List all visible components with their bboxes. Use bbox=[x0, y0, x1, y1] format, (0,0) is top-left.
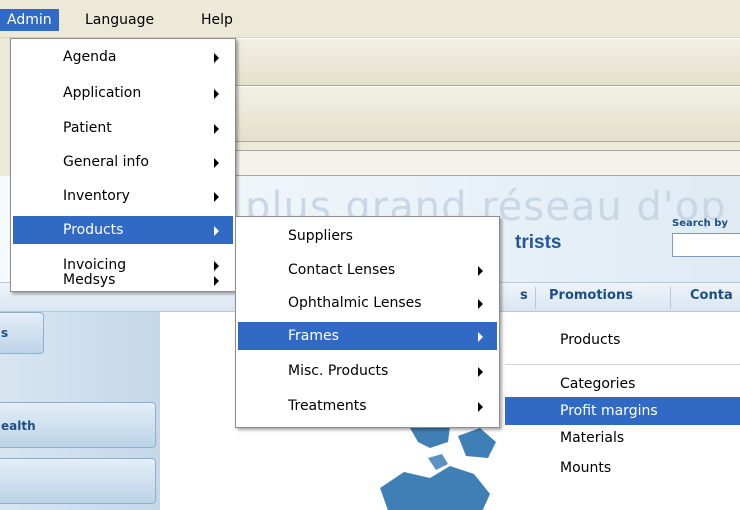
nav-tab-partial[interactable]: s bbox=[520, 288, 528, 303]
toolbar-strip bbox=[235, 38, 740, 86]
menu-item-label: Misc. Products bbox=[288, 363, 389, 379]
menu-item-application[interactable]: Application bbox=[13, 79, 233, 107]
search-label: Search by bbox=[672, 218, 728, 229]
nav-separator bbox=[535, 287, 536, 309]
menu-item-products[interactable]: Products bbox=[13, 216, 233, 244]
menu-item-label: Suppliers bbox=[288, 228, 353, 244]
search-input[interactable] bbox=[672, 233, 740, 257]
menu-item-label: General info bbox=[63, 154, 149, 170]
menu-item-label: Frames bbox=[288, 328, 339, 344]
address-bar bbox=[235, 150, 740, 176]
sidebar-button[interactable] bbox=[0, 458, 156, 504]
menu-item-label: Products bbox=[63, 222, 124, 238]
menu-item-treatments[interactable]: Treatments bbox=[238, 392, 497, 420]
sidebar-button[interactable]: s bbox=[0, 312, 44, 354]
products-submenu: Suppliers Contact Lenses Ophthalmic Lens… bbox=[235, 216, 500, 428]
menu-bar: Admin Language Help bbox=[0, 0, 740, 38]
list-item-products[interactable]: Products bbox=[505, 326, 740, 354]
menu-item-label: Ophthalmic Lenses bbox=[288, 295, 422, 311]
menu-item-label: Application bbox=[63, 85, 142, 101]
menu-item-label: Treatments bbox=[288, 398, 367, 414]
nav-separator bbox=[670, 287, 671, 309]
menu-item-label: Medsys bbox=[63, 272, 116, 288]
chevron-right-icon bbox=[478, 266, 483, 276]
menu-item-label: Patient bbox=[63, 120, 112, 136]
menu-item-general-info[interactable]: General info bbox=[13, 148, 233, 176]
menu-language[interactable]: Language bbox=[78, 9, 161, 31]
chevron-right-icon bbox=[214, 89, 219, 99]
menu-item-misc-products[interactable]: Misc. Products bbox=[238, 357, 497, 385]
menu-item-frames[interactable]: Frames bbox=[238, 322, 497, 350]
chevron-right-icon bbox=[214, 276, 219, 286]
menu-item-label: Contact Lenses bbox=[288, 262, 396, 278]
toolbar-strip bbox=[235, 86, 740, 142]
chevron-right-icon bbox=[214, 124, 219, 134]
menu-item-agenda[interactable]: Agenda bbox=[13, 43, 233, 71]
list-item-materials[interactable]: Materials bbox=[505, 424, 740, 452]
menu-item-patient[interactable]: Patient bbox=[13, 114, 233, 142]
menu-item-ophthalmic-lenses[interactable]: Ophthalmic Lenses bbox=[238, 289, 497, 317]
sidebar-button-health[interactable]: ealth bbox=[0, 402, 156, 448]
chevron-right-icon bbox=[214, 53, 219, 63]
chevron-right-icon bbox=[478, 332, 483, 342]
list-item-categories[interactable]: Categories bbox=[505, 370, 740, 398]
menu-item-suppliers[interactable]: Suppliers bbox=[238, 222, 497, 250]
chevron-right-icon bbox=[478, 402, 483, 412]
menu-help[interactable]: Help bbox=[194, 9, 240, 31]
admin-menu: Agenda Application Patient General info … bbox=[10, 38, 236, 292]
divider bbox=[505, 364, 740, 365]
list-item-mounts[interactable]: Mounts bbox=[505, 454, 740, 482]
chevron-right-icon bbox=[214, 192, 219, 202]
chevron-right-icon bbox=[478, 299, 483, 309]
nav-tab-contact[interactable]: Conta bbox=[690, 288, 733, 303]
menu-admin[interactable]: Admin bbox=[0, 9, 59, 31]
chevron-right-icon bbox=[214, 226, 219, 236]
menu-item-medsys[interactable]: Medsys bbox=[13, 270, 233, 294]
nav-tab-promotions[interactable]: Promotions bbox=[549, 288, 633, 303]
menu-item-contact-lenses[interactable]: Contact Lenses bbox=[238, 256, 497, 284]
chevron-right-icon bbox=[214, 158, 219, 168]
list-item-profit-margins[interactable]: Profit margins bbox=[505, 397, 740, 425]
menu-item-inventory[interactable]: Inventory bbox=[13, 182, 233, 210]
chevron-right-icon bbox=[478, 367, 483, 377]
brand-name: trists bbox=[515, 232, 562, 253]
menu-item-label: Agenda bbox=[63, 49, 117, 65]
menu-item-label: Inventory bbox=[63, 188, 130, 204]
frames-submenu-list: Products Categories Profit margins Mater… bbox=[505, 320, 740, 510]
